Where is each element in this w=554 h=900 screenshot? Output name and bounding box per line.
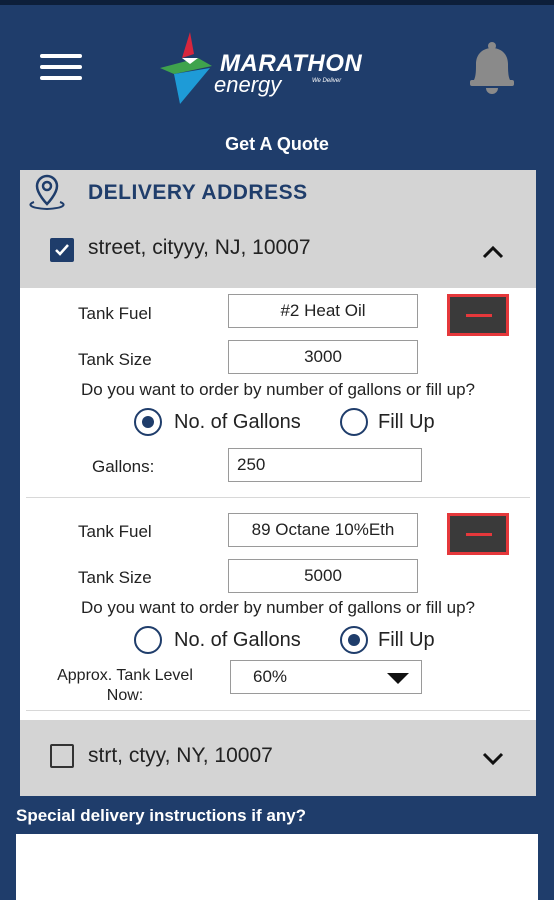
- checkmark-icon: [55, 244, 69, 256]
- address-1-label: street, cityyy, NJ, 10007: [88, 236, 311, 259]
- tank-1-fill-radio[interactable]: [340, 408, 368, 436]
- tank-2-level-select[interactable]: 60%: [230, 660, 422, 694]
- tank-1-fuel-field[interactable]: #2 Heat Oil: [228, 294, 418, 328]
- delivery-address-title: DELIVERY ADDRESS: [88, 181, 308, 204]
- tank-2-size-field[interactable]: 5000: [228, 559, 418, 593]
- tank-1-order-question: Do you want to order by number of gallon…: [80, 380, 476, 399]
- tank-1-fill-option-label[interactable]: Fill Up: [378, 411, 435, 434]
- logo-sub-text: energy: [214, 72, 282, 97]
- tank-2-level-label-line2: Now:: [106, 687, 144, 704]
- tank-2-gallons-option-label[interactable]: No. of Gallons: [174, 629, 301, 652]
- address-divider: [26, 710, 530, 711]
- tank-1-gallons-option-label[interactable]: No. of Gallons: [174, 411, 301, 434]
- minus-icon: [466, 314, 492, 317]
- tank-2-fill-option-label[interactable]: Fill Up: [378, 629, 435, 652]
- address-row-2[interactable]: strt, ctyy, NY, 10007: [20, 720, 536, 796]
- address-2-checkbox[interactable]: [50, 744, 74, 768]
- tank-2-order-question: Do you want to order by number of gallon…: [80, 598, 476, 617]
- tank-1-gallons-radio[interactable]: [134, 408, 162, 436]
- chevron-up-icon[interactable]: [480, 243, 506, 261]
- special-instructions-input[interactable]: [16, 834, 538, 900]
- page-title: Get A Quote: [225, 134, 329, 154]
- tank-2-gallons-radio[interactable]: [134, 626, 162, 654]
- address-row-1[interactable]: street, cityyy, NJ, 10007: [20, 216, 536, 288]
- tank-1-size-label: Tank Size: [78, 350, 152, 369]
- tank-2-fill-radio[interactable]: [340, 626, 368, 654]
- delivery-address-header: DELIVERY ADDRESS: [20, 170, 536, 216]
- location-pin-icon: [29, 174, 65, 211]
- tank-2-fuel-label: Tank Fuel: [78, 522, 152, 541]
- tank-2-level-value: 60%: [253, 667, 288, 686]
- status-bar: [0, 0, 554, 5]
- address-1-checkbox[interactable]: [50, 238, 74, 262]
- address-2-label: strt, ctyy, NY, 10007: [88, 744, 273, 767]
- tank-2-size-label: Tank Size: [78, 568, 152, 587]
- special-instructions-label: Special delivery instructions if any?: [16, 806, 307, 825]
- hamburger-menu-icon[interactable]: [40, 52, 82, 82]
- dropdown-arrow-icon: [387, 673, 409, 684]
- tank-1-size-field[interactable]: 3000: [228, 340, 418, 374]
- chevron-down-icon[interactable]: [480, 749, 506, 767]
- tank-2-level-label-line1: Approx. Tank Level: [57, 667, 193, 684]
- delivery-card: DELIVERY ADDRESS street, cityyy, NJ, 100…: [20, 170, 536, 796]
- tank-2-fuel-field[interactable]: 89 Octane 10%Eth: [228, 513, 418, 547]
- tank-divider: [26, 497, 530, 498]
- tank-1-fuel-label: Tank Fuel: [78, 304, 152, 323]
- tank-1-remove-button[interactable]: [447, 294, 509, 336]
- tank-2-remove-button[interactable]: [447, 513, 509, 555]
- logo-tagline: We Deliver: [312, 78, 342, 84]
- minus-icon: [466, 533, 492, 536]
- tank-1-gallons-label: Gallons:: [92, 457, 155, 476]
- marathon-energy-logo: MARATHON energy We Deliver: [154, 28, 394, 106]
- tank-2-level-label: Approx. Tank Level Now:: [30, 666, 220, 706]
- tank-1-gallons-input[interactable]: 250: [228, 448, 422, 482]
- bell-icon[interactable]: [462, 40, 522, 96]
